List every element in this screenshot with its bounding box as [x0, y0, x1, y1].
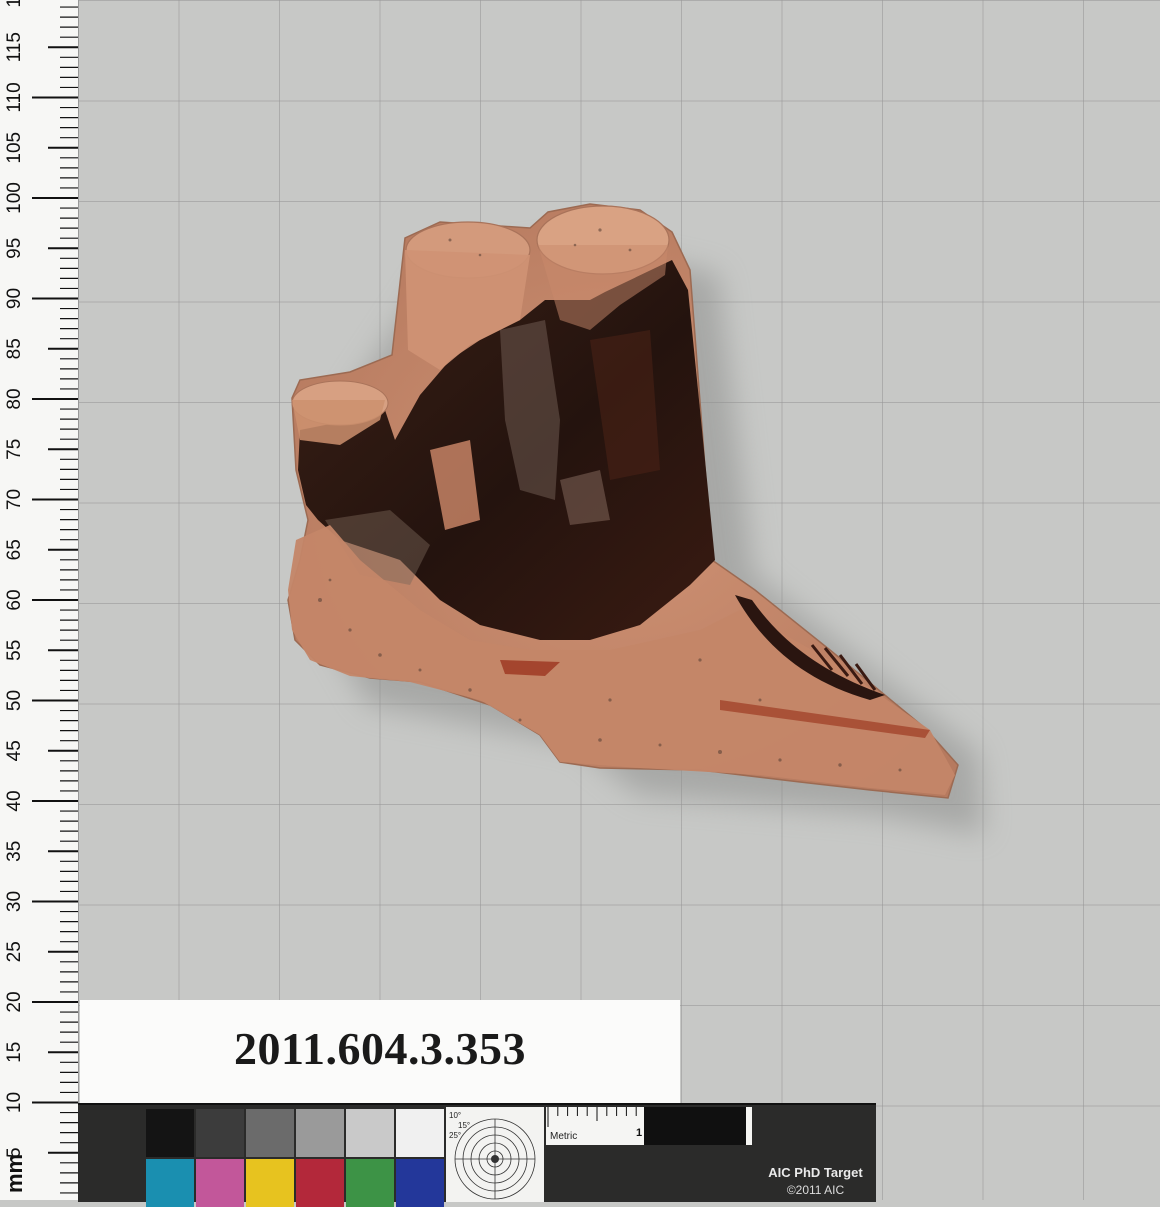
ruler-label: 100: [4, 182, 25, 214]
metric-tick-1: 1: [636, 1127, 643, 1139]
target-copyright: ©2011 AIC: [786, 1183, 845, 1197]
ruler-label: 25: [4, 941, 25, 962]
ruler-label: 55: [4, 640, 25, 661]
ruler-label: 65: [4, 539, 25, 560]
ruler-label: 35: [4, 841, 25, 862]
ruler-label: 90: [4, 288, 25, 309]
color-calibration-target: 10° 15° 25° Metric 1 2 AIC PhD Target ©2…: [78, 1103, 876, 1207]
ruler-label: 15: [4, 1042, 25, 1063]
grey-swatch: [146, 1109, 194, 1157]
ruler-label: 30: [4, 891, 25, 912]
ruler-label: 45: [4, 740, 25, 761]
ruler-scale: 5101520253035404550556065707580859095100…: [4, 0, 78, 1194]
ruler-label: 80: [4, 388, 25, 409]
ruler-label: 20: [4, 991, 25, 1012]
mm-ruler: 5 10 15 20 25 30 35 40 45 50 55 60 65 70 75 80 85 90 95 100…: [0, 0, 79, 1200]
ring-label-2: 25°: [449, 1131, 461, 1140]
target-title: AIC PhD Target: [768, 1165, 863, 1180]
ruler-label: 85: [4, 338, 25, 359]
ring-label-0: 10°: [449, 1111, 461, 1120]
ruler-label: 60: [4, 589, 25, 610]
accession-number: 2011.604.3.353: [234, 1023, 526, 1074]
ruler-label: 40: [4, 790, 25, 811]
resolution-ring-chart: 10° 15° 25°: [446, 1107, 544, 1202]
grey-swatch: [246, 1109, 294, 1157]
ruler-label: 115: [4, 32, 25, 62]
grey-swatch: [346, 1109, 394, 1157]
accession-label-card: 2011.604.3.353: [80, 1000, 680, 1108]
ring-label-1: 15°: [458, 1121, 470, 1130]
metric-black-bar: [644, 1107, 746, 1145]
ruler-label: 12: [4, 0, 25, 8]
ruler-label: 95: [4, 238, 25, 259]
ruler-label: 105: [4, 132, 25, 164]
ruler-unit-label: mm: [2, 1153, 27, 1193]
grey-swatch: [396, 1109, 444, 1157]
ruler-label: 110: [4, 82, 25, 112]
ruler-label: 50: [4, 690, 25, 711]
ruler-label: 70: [4, 489, 25, 510]
ruler-label: 75: [4, 439, 25, 460]
metric-label: Metric: [550, 1131, 578, 1142]
ruler-label: 10: [4, 1092, 25, 1113]
grey-swatch: [196, 1109, 244, 1157]
grey-swatch: [296, 1109, 344, 1157]
